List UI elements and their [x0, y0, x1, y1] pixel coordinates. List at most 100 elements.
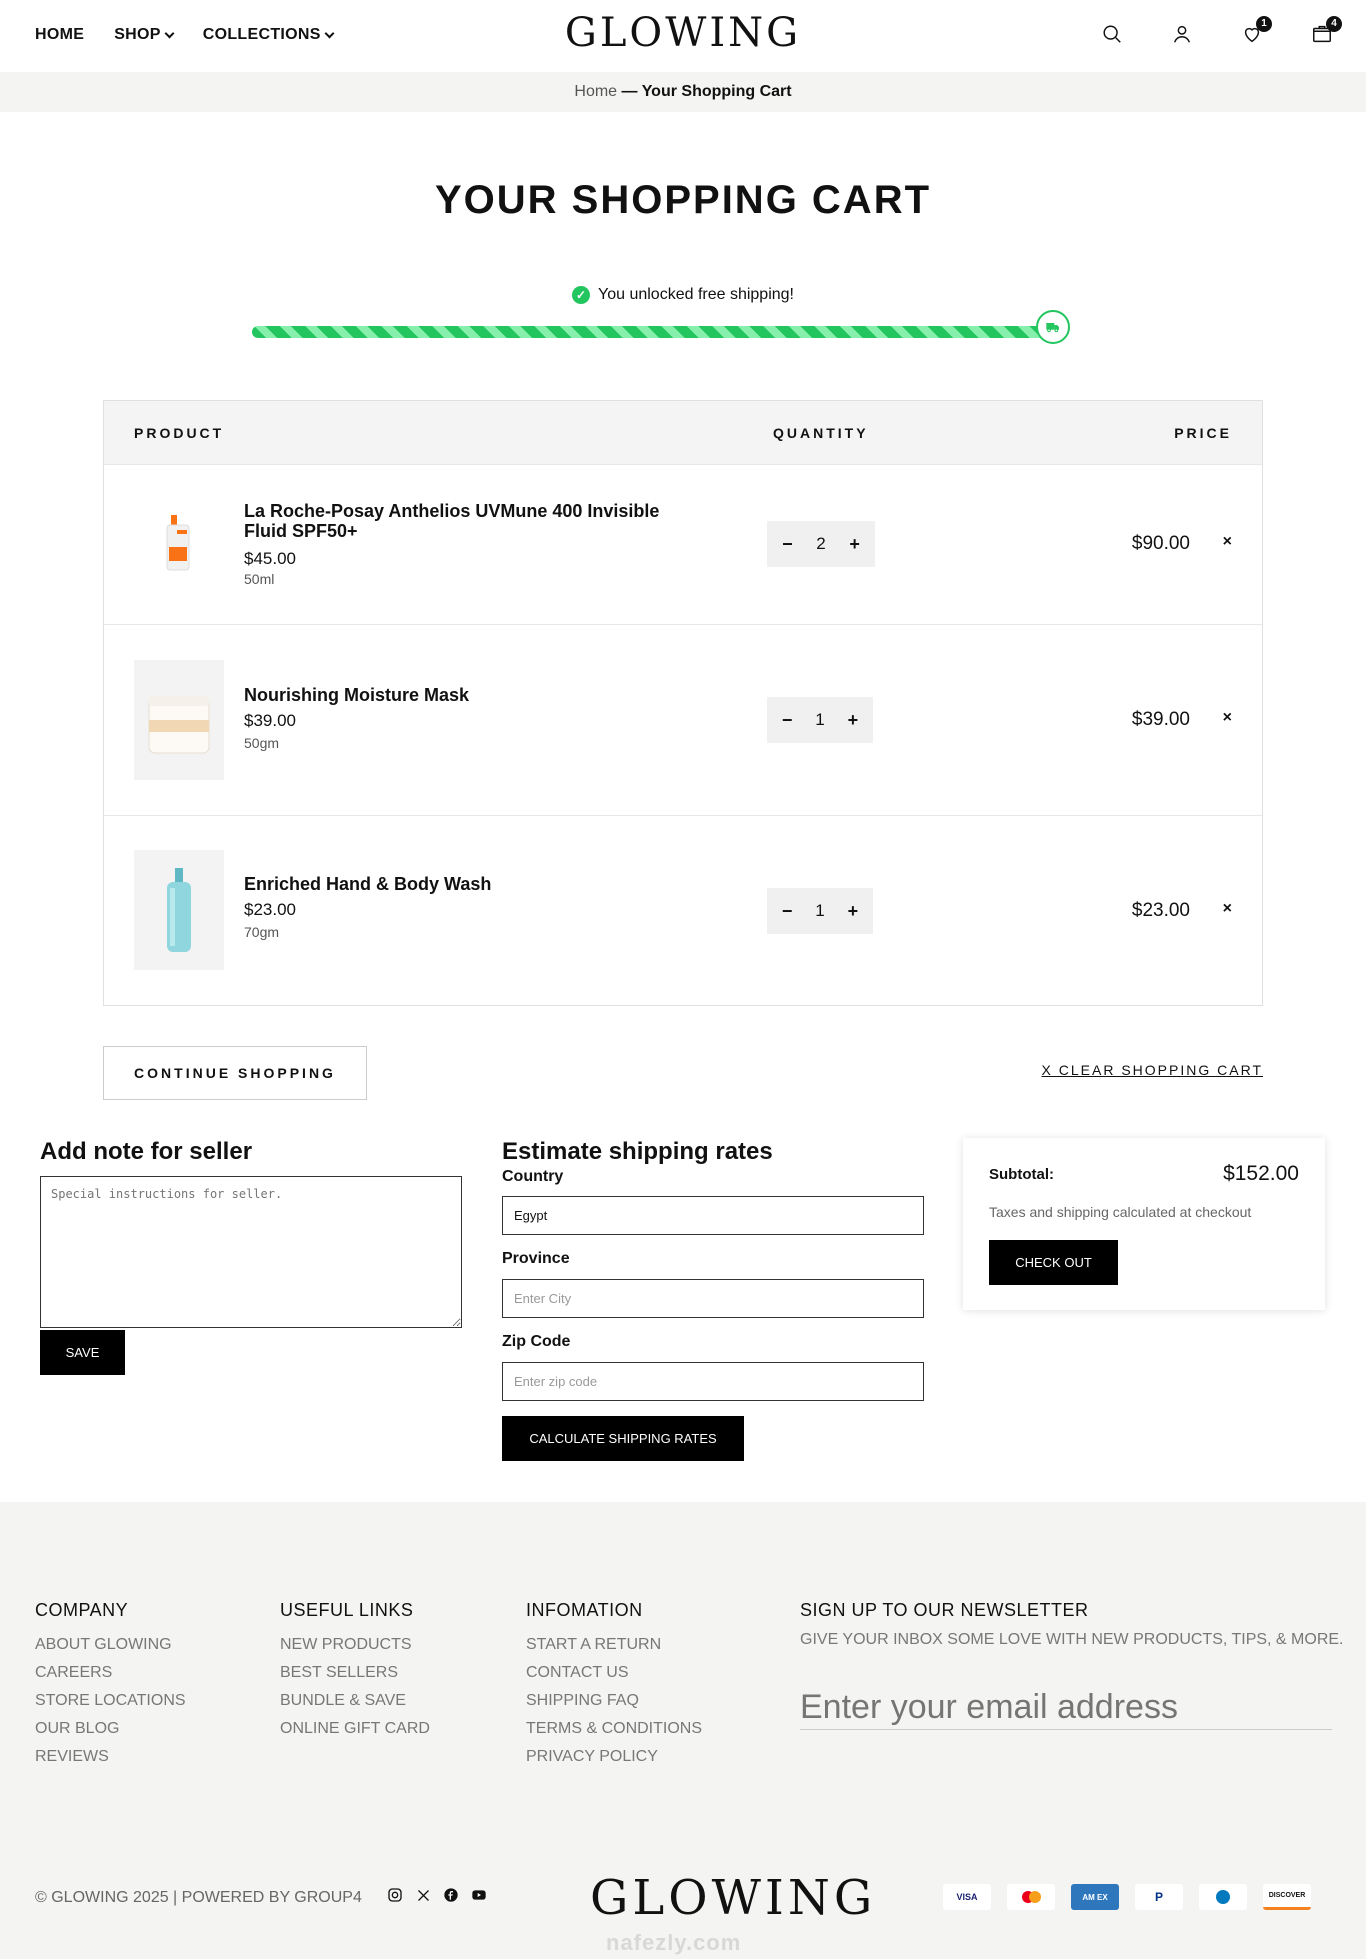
tax-note: Taxes and shipping calculated at checkou…: [989, 1204, 1252, 1220]
amex-icon: AM EX: [1071, 1884, 1119, 1910]
zip-input[interactable]: Enter zip code: [502, 1362, 924, 1401]
wishlist-count-badge: 1: [1256, 16, 1272, 32]
remove-item-button[interactable]: ×: [1223, 900, 1232, 918]
facebook-icon[interactable]: [442, 1886, 460, 1904]
footer-link[interactable]: START A RETURN: [526, 1631, 702, 1659]
footer-link[interactable]: SHIPPING FAQ: [526, 1687, 702, 1715]
free-shipping-text: You unlocked free shipping!: [598, 286, 794, 303]
copyright: © GLOWING 2025 | POWERED BY GROUP4: [35, 1889, 362, 1906]
x-icon[interactable]: [414, 1886, 432, 1904]
col-price-header: PRICE: [1174, 425, 1232, 441]
footer-link[interactable]: OUR BLOG: [35, 1715, 186, 1743]
footer-company-title: COMPANY: [35, 1600, 129, 1620]
remove-item-button[interactable]: ×: [1223, 709, 1232, 727]
province-label: Province: [502, 1250, 570, 1267]
note-title: Add note for seller: [40, 1138, 253, 1165]
continue-shopping-button[interactable]: CONTINUE SHOPPING: [103, 1046, 367, 1100]
order-summary: Subtotal: $152.00 Taxes and shipping cal…: [963, 1138, 1325, 1310]
cart-item-row: La Roche-Posay Anthelios UVMune 400 Invi…: [104, 464, 1262, 624]
save-note-button[interactable]: SAVE: [40, 1330, 125, 1375]
product-unit-price: $23.00: [244, 900, 296, 919]
checkout-button[interactable]: CHECK OUT: [989, 1240, 1118, 1285]
breadcrumb: Home — Your Shopping Cart: [0, 72, 1366, 112]
country-label: Country: [502, 1168, 564, 1185]
remove-item-button[interactable]: ×: [1223, 533, 1232, 551]
cart-item-row: Nourishing Moisture Mask $39.00 50gm − 1…: [104, 624, 1262, 815]
watermark: nafezly.com: [606, 1930, 742, 1955]
quantity-stepper: − 2 +: [767, 521, 875, 567]
decrease-quantity-button[interactable]: −: [775, 534, 799, 555]
discover-icon: DISCOVER: [1263, 1884, 1311, 1910]
product-variant: 50gm: [244, 735, 280, 751]
footer-link[interactable]: ABOUT GLOWING: [35, 1631, 186, 1659]
product-image[interactable]: [134, 660, 224, 780]
user-icon: [1173, 25, 1191, 43]
increase-quantity-button[interactable]: +: [841, 710, 865, 731]
footer-useful-title: USEFUL LINKS: [280, 1600, 414, 1620]
diners-icon: [1199, 1884, 1247, 1910]
increase-quantity-button[interactable]: +: [843, 534, 867, 555]
footer-link[interactable]: CAREERS: [35, 1659, 186, 1687]
footer-link[interactable]: CONTACT US: [526, 1659, 702, 1687]
cart-table-header: PRODUCT QUANTITY PRICE: [104, 401, 1262, 464]
newsletter-email-input[interactable]: [800, 1686, 1332, 1730]
truck-icon: [1036, 310, 1070, 344]
footer-link[interactable]: BUNDLE & SAVE: [280, 1687, 430, 1715]
footer-link[interactable]: STORE LOCATIONS: [35, 1687, 186, 1715]
breadcrumb-home[interactable]: Home: [574, 83, 617, 100]
site-footer: COMPANY ABOUT GLOWING CAREERS STORE LOCA…: [0, 1502, 1366, 1959]
seller-note-textarea[interactable]: [40, 1176, 462, 1328]
product-name[interactable]: La Roche-Posay Anthelios UVMune 400 Invi…: [244, 501, 674, 541]
line-price: $23.00: [1131, 900, 1190, 921]
province-input[interactable]: Enter City: [502, 1279, 924, 1318]
footer-useful-links: USEFUL LINKS NEW PRODUCTS BEST SELLERS B…: [280, 1600, 430, 1743]
product-image[interactable]: [134, 850, 224, 970]
country-select[interactable]: Egypt: [502, 1196, 924, 1235]
product-name[interactable]: Nourishing Moisture Mask: [244, 685, 674, 705]
footer-logo[interactable]: GLOWING: [590, 1870, 876, 1926]
cart-count-badge: 4: [1326, 16, 1342, 32]
subtotal-value: $152.00: [1223, 1162, 1299, 1185]
footer-link[interactable]: BEST SELLERS: [280, 1659, 430, 1687]
free-shipping-message: ✓ You unlocked free shipping!: [0, 286, 1366, 304]
quantity-value[interactable]: 1: [815, 901, 824, 921]
footer-information: INFOMATION START A RETURN CONTACT US SHI…: [526, 1600, 702, 1771]
header-icons: 1 4: [1098, 16, 1342, 48]
wishlist-button[interactable]: 1: [1238, 16, 1272, 48]
product-image[interactable]: [134, 485, 224, 605]
decrease-quantity-button[interactable]: −: [775, 710, 799, 731]
calculate-shipping-button[interactable]: CALCULATE SHIPPING RATES: [502, 1416, 744, 1461]
product-name[interactable]: Enriched Hand & Body Wash: [244, 874, 674, 894]
cart-button[interactable]: 4: [1308, 16, 1342, 48]
increase-quantity-button[interactable]: +: [841, 901, 865, 922]
shipping-progress-fill: [252, 326, 1052, 338]
shipping-progress-bar: [252, 326, 1052, 338]
site-header: HOME SHOP COLLECTIONS GLOWING 1 4: [0, 0, 1366, 72]
footer-link[interactable]: ONLINE GIFT CARD: [280, 1715, 430, 1743]
quantity-value[interactable]: 2: [816, 534, 825, 554]
search-button[interactable]: [1098, 20, 1126, 48]
footer-info-title: INFOMATION: [526, 1600, 643, 1620]
product-unit-price: $39.00: [244, 711, 296, 730]
footer-newsletter: SIGN UP TO OUR NEWSLETTER GIVE YOUR INBO…: [800, 1600, 1343, 1649]
account-button[interactable]: [1168, 20, 1196, 48]
paypal-icon: P: [1135, 1884, 1183, 1910]
shipping-estimate-title: Estimate shipping rates: [502, 1138, 773, 1165]
decrease-quantity-button[interactable]: −: [775, 901, 799, 922]
footer-link[interactable]: REVIEWS: [35, 1743, 186, 1771]
visa-icon: VISA: [943, 1884, 991, 1910]
newsletter-title: SIGN UP TO OUR NEWSLETTER: [800, 1600, 1089, 1620]
youtube-icon[interactable]: [470, 1886, 488, 1904]
clear-cart-link[interactable]: X CLEAR SHOPPING CART: [1042, 1062, 1263, 1078]
footer-link[interactable]: PRIVACY POLICY: [526, 1743, 702, 1771]
quantity-stepper: − 1 +: [767, 697, 873, 743]
line-price: $39.00: [1131, 709, 1190, 730]
footer-link[interactable]: TERMS & CONDITIONS: [526, 1715, 702, 1743]
search-icon: [1103, 25, 1121, 43]
instagram-icon[interactable]: [386, 1886, 404, 1904]
footer-link[interactable]: NEW PRODUCTS: [280, 1631, 430, 1659]
zip-label: Zip Code: [502, 1333, 571, 1350]
product-variant: 70gm: [244, 924, 280, 940]
quantity-value[interactable]: 1: [815, 710, 824, 730]
social-links: [386, 1886, 488, 1904]
